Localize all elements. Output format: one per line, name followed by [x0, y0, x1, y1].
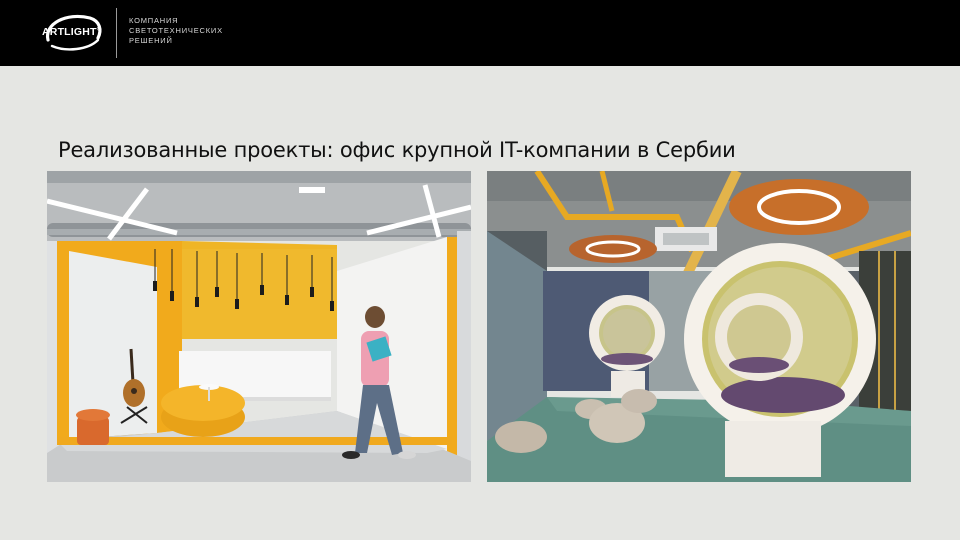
- logo-text: ARTLIGHT: [42, 26, 97, 38]
- logo-wordmark: ARTLIGHT®: [42, 26, 101, 38]
- reception-area-photo: [47, 171, 471, 482]
- slide-title: Реализованные проекты: офис крупной IT-к…: [58, 138, 736, 162]
- company-tagline: КОМПАНИЯ СВЕТОТЕХНИЧЕСКИХ РЕШЕНИЙ: [129, 16, 223, 46]
- tagline-line-2: СВЕТОТЕХНИЧЕСКИХ: [129, 26, 223, 35]
- tagline-line-1: КОМПАНИЯ: [129, 16, 179, 25]
- header-divider: [116, 8, 117, 58]
- header-bar: ARTLIGHT® КОМПАНИЯ СВЕТОТЕХНИЧЕСКИХ РЕШЕ…: [0, 0, 960, 66]
- tagline-line-3: РЕШЕНИЙ: [129, 36, 173, 45]
- lounge-area-photo: [487, 171, 911, 482]
- logo-registered-mark: ®: [96, 26, 101, 33]
